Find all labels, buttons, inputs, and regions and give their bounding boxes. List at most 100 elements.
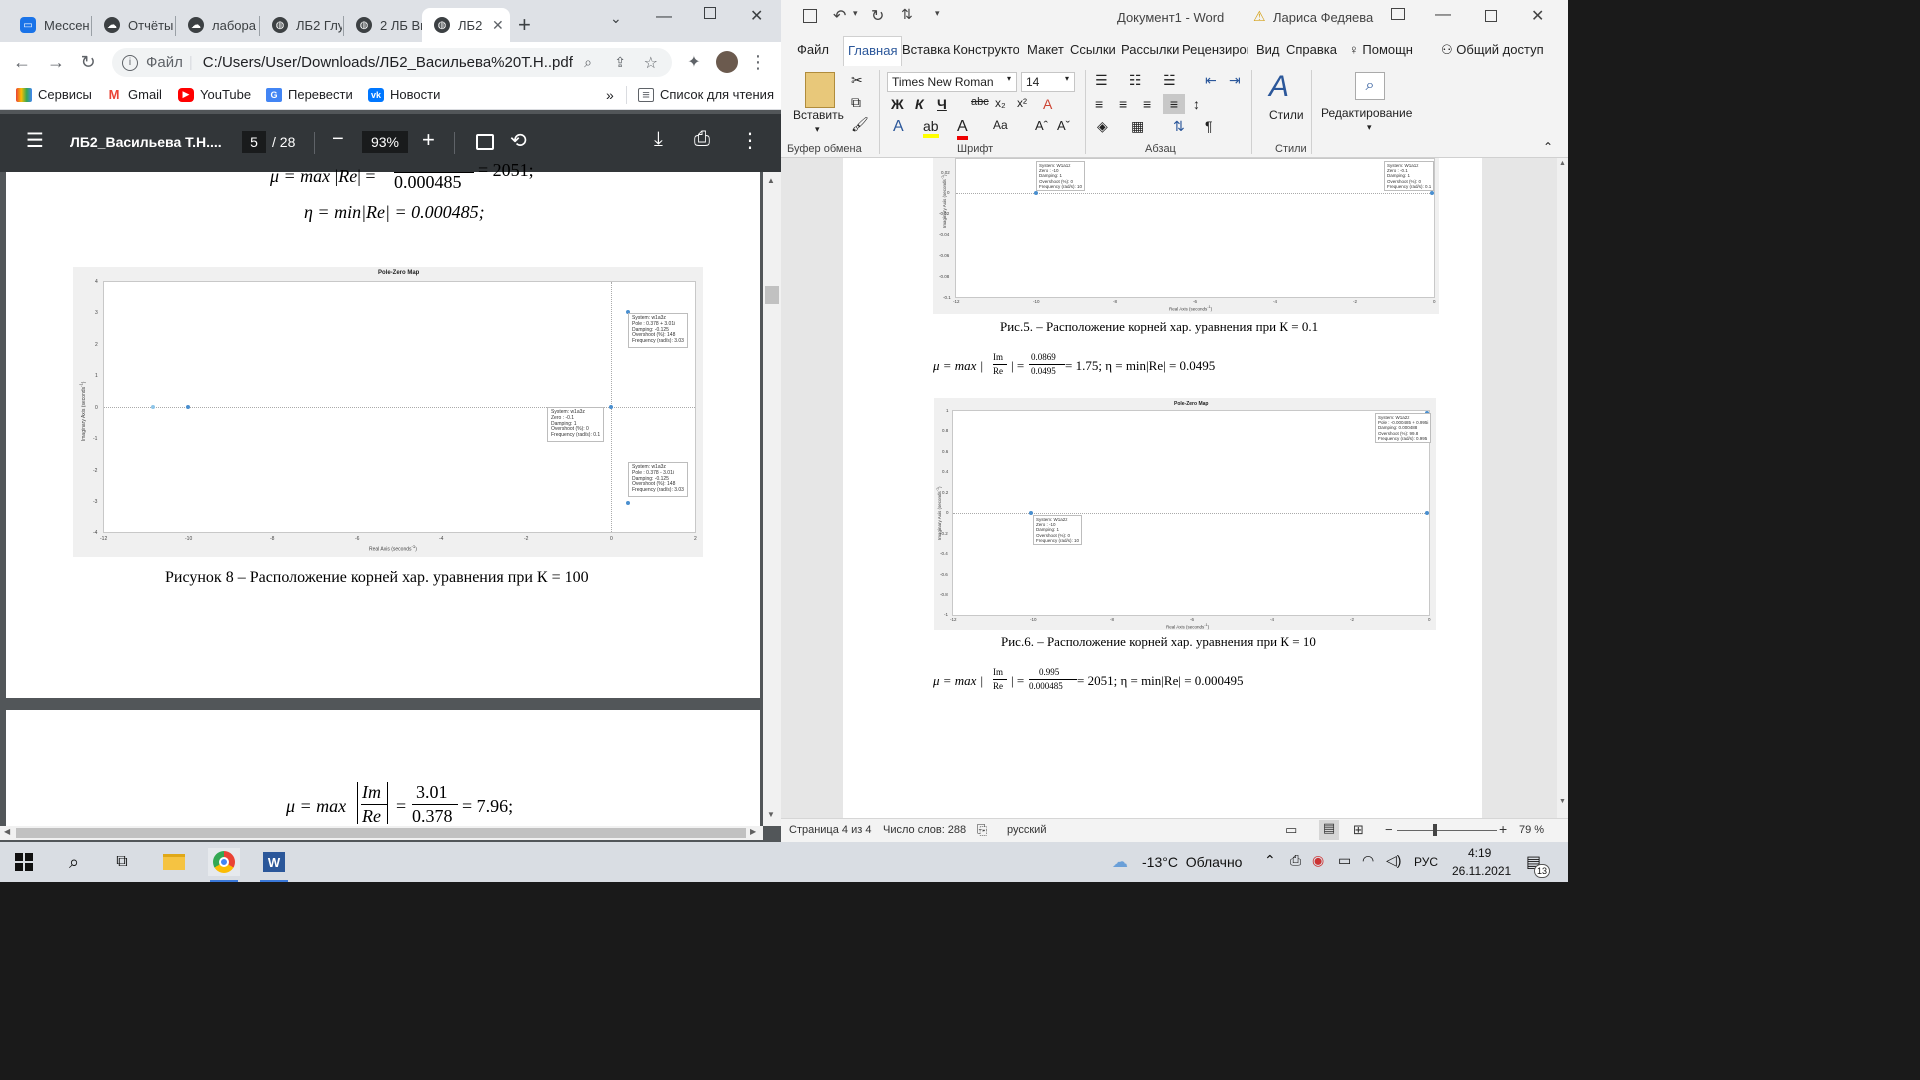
read-mode-icon[interactable]: ▭: [1285, 822, 1297, 838]
styles-icon[interactable]: A: [1269, 70, 1289, 104]
strikethrough-button[interactable]: abc: [971, 96, 989, 108]
user-name[interactable]: Лариса Федяева: [1273, 10, 1373, 25]
zoom-out-icon[interactable]: −: [1385, 822, 1393, 837]
clock-time[interactable]: 4:19: [1468, 846, 1491, 860]
close-tab-icon[interactable]: ✕: [492, 17, 504, 34]
zoom-out-button[interactable]: −: [332, 128, 344, 151]
minimize-button[interactable]: —: [656, 8, 672, 26]
page-number-input[interactable]: 5: [242, 131, 266, 153]
collapse-ribbon-icon[interactable]: ⌃: [1543, 140, 1553, 154]
battery-icon[interactable]: ▭: [1338, 852, 1351, 869]
cut-icon[interactable]: ✂: [851, 72, 863, 89]
more-bookmarks-button[interactable]: »: [606, 87, 614, 103]
scroll-thumb[interactable]: [765, 286, 779, 304]
undo-icon[interactable]: ↶: [833, 6, 846, 26]
tab-lb2-active[interactable]: ◍ ЛБ2 ✕: [422, 8, 510, 42]
more-options-icon[interactable]: ⋮: [740, 128, 760, 153]
editing-button[interactable]: Редактирование: [1321, 106, 1412, 120]
avatar[interactable]: [716, 51, 738, 73]
underline-button[interactable]: Ч: [937, 96, 947, 112]
tab-messenger[interactable]: ▭ Мессен: [8, 8, 90, 42]
tab-mailings[interactable]: Рассылки: [1121, 42, 1179, 57]
file-explorer-icon[interactable]: [158, 848, 190, 876]
datatip-pole-top[interactable]: System: w1a3z Pole : 0.378 + 3.01i Damping…: [628, 313, 688, 348]
reload-button[interactable]: ↻: [76, 50, 100, 74]
maximize-button[interactable]: [704, 7, 716, 19]
highlight-icon[interactable]: ab: [923, 118, 939, 138]
bookmark-news[interactable]: vk Новости: [368, 87, 440, 102]
info-icon[interactable]: i: [122, 54, 138, 71]
borders-icon[interactable]: ▦: [1131, 118, 1144, 135]
antivirus-icon[interactable]: ◉: [1312, 852, 1324, 869]
rotate-icon[interactable]: ⟲: [510, 128, 527, 153]
maximize-button[interactable]: [1485, 10, 1497, 22]
print-icon[interactable]: ⎙: [694, 128, 710, 151]
tab-help[interactable]: Справка: [1286, 42, 1337, 57]
superscript-button[interactable]: x²: [1017, 96, 1027, 110]
volume-icon[interactable]: ◁): [1386, 852, 1401, 869]
tab-review[interactable]: Рецензирование: [1182, 42, 1248, 57]
word-scrollbar[interactable]: ▲ ▼: [1557, 158, 1568, 818]
datatip-left[interactable]: System: W1a1z Zero : -10 Damping: 1 Oversho…: [1036, 161, 1086, 191]
start-button[interactable]: [8, 848, 40, 876]
redo-icon[interactable]: ↻: [871, 6, 884, 26]
tab-layout[interactable]: Макет: [1027, 42, 1064, 57]
tab-lb2-glu[interactable]: ◍ ЛБ2 Глу: [260, 8, 342, 42]
wifi-icon[interactable]: ◠: [1362, 852, 1374, 869]
share-button[interactable]: ⚇ Общий доступ: [1441, 42, 1544, 58]
bookmark-translate[interactable]: G Перевести: [266, 87, 353, 102]
pole-marker[interactable]: [626, 501, 630, 505]
tab-design[interactable]: Конструктор: [953, 42, 1019, 57]
zoom-in-button[interactable]: +: [422, 127, 435, 153]
address-bar[interactable]: i Файл | C:/Users/User/Downloads/ЛБ2_Вас…: [112, 48, 672, 77]
multilevel-list-icon[interactable]: ☱: [1163, 72, 1176, 89]
tab-insert[interactable]: Вставка: [902, 42, 950, 57]
close-window-button[interactable]: ✕: [1531, 6, 1544, 26]
proofing-icon[interactable]: ⎘: [977, 822, 987, 838]
align-left-icon[interactable]: ≡: [1095, 96, 1103, 112]
tab-lab[interactable]: ☁ лабора: [176, 8, 258, 42]
search-icon[interactable]: ⌕: [58, 848, 90, 876]
extensions-icon[interactable]: ✦: [682, 50, 706, 74]
bookmark-services[interactable]: Сервисы: [16, 87, 92, 102]
paste-button[interactable]: Вставить: [793, 108, 844, 122]
new-tab-button[interactable]: +: [518, 14, 531, 36]
sort-az-icon[interactable]: ⇅: [1173, 118, 1185, 135]
font-color-icon[interactable]: A: [957, 118, 968, 140]
justify-icon[interactable]: ≡: [1163, 94, 1185, 114]
zoom-icon[interactable]: ⌕: [584, 54, 592, 71]
zoom-input[interactable]: 93%: [362, 131, 408, 153]
decrease-indent-icon[interactable]: ⇤: [1205, 72, 1217, 89]
web-layout-icon[interactable]: ⊞: [1353, 822, 1364, 838]
tab-search-icon[interactable]: ⌄: [610, 10, 622, 27]
ribbon-display-icon[interactable]: [1391, 8, 1405, 20]
weather-icon[interactable]: ☁: [1112, 852, 1128, 872]
text-effects-icon[interactable]: A: [893, 118, 904, 136]
horizontal-scrollbar[interactable]: ◀ ▶: [0, 826, 763, 840]
language-indicator[interactable]: русский: [1007, 824, 1046, 836]
grow-font-icon[interactable]: Aˆ: [1035, 118, 1048, 133]
word-count[interactable]: Число слов: 288: [883, 824, 966, 836]
input-language[interactable]: РУС: [1414, 855, 1438, 869]
meet-now-icon[interactable]: ⎙: [1290, 852, 1301, 869]
bookmark-star-icon[interactable]: ☆: [644, 53, 658, 73]
chrome-taskbar-icon[interactable]: [208, 848, 240, 876]
datatip-pole-bottom[interactable]: System: w1a3z Pole : 0.378 - 3.01i Damping…: [628, 462, 688, 497]
clear-format-icon[interactable]: A: [1043, 96, 1052, 112]
zoom-level[interactable]: 79 %: [1519, 824, 1544, 836]
menu-icon[interactable]: ⋮: [746, 50, 770, 74]
tab-reports[interactable]: ☁ Отчёты: [92, 8, 174, 42]
sort-icon[interactable]: ⇅: [901, 6, 913, 23]
subscript-button[interactable]: x₂: [995, 96, 1006, 110]
styles-button[interactable]: Стили: [1269, 108, 1304, 122]
tab-assistant[interactable]: ♀ Помощн: [1349, 42, 1413, 57]
bold-button[interactable]: Ж: [891, 96, 904, 112]
zero-marker[interactable]: [609, 405, 613, 409]
vertical-scrollbar[interactable]: ▲ ▼: [763, 172, 781, 826]
pilcrow-icon[interactable]: ¶: [1205, 118, 1213, 134]
font-name-select[interactable]: Times New Roman: [887, 72, 1017, 92]
zero-marker[interactable]: [186, 405, 190, 409]
datatip-left[interactable]: System: W1a2z Zero : -10 Damping: 1 Oversho…: [1033, 515, 1083, 545]
clock-date[interactable]: 26.11.2021: [1452, 864, 1511, 878]
increase-indent-icon[interactable]: ⇥: [1229, 72, 1241, 89]
